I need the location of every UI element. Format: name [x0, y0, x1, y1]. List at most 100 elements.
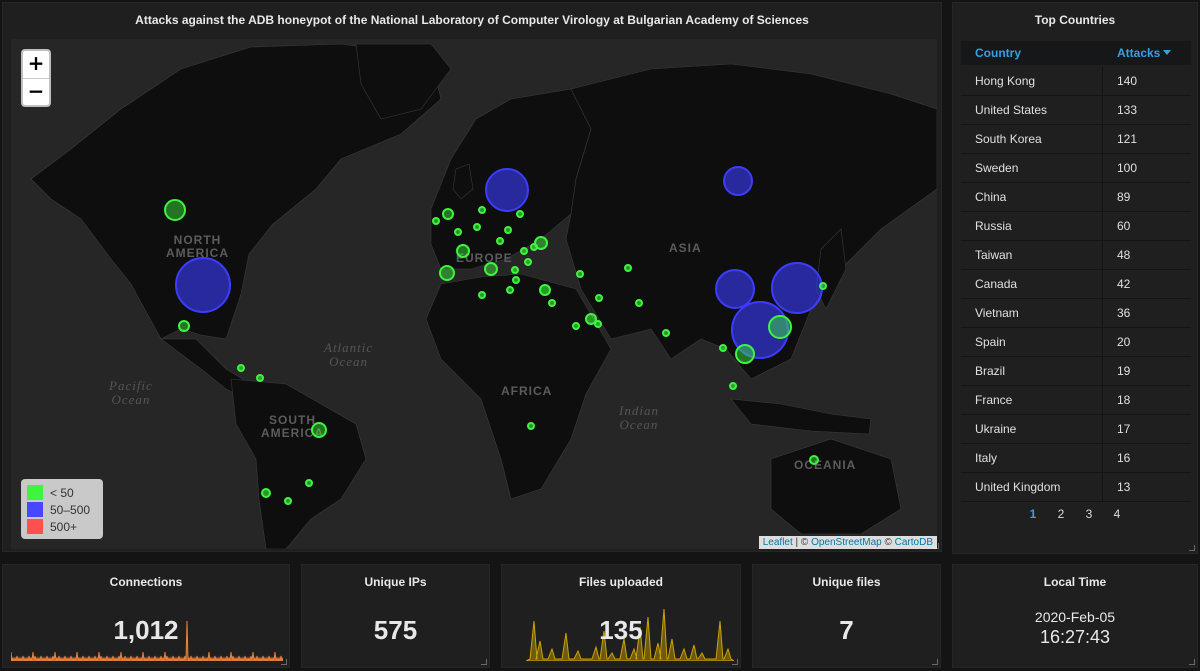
legend-item-mid: 50–500: [27, 501, 97, 518]
marker-canada[interactable]: [164, 199, 186, 221]
marker-small[interactable]: [572, 322, 580, 330]
marker-group-green: [164, 199, 819, 465]
attacks-cell: 121: [1117, 132, 1138, 146]
marker-small[interactable]: [496, 237, 504, 245]
marker-mexico[interactable]: [178, 320, 190, 332]
table-row: Italy 16: [961, 444, 1191, 473]
legend-item-high: 500+: [27, 518, 97, 535]
attacks-cell: 42: [1117, 277, 1131, 291]
marker-small[interactable]: [576, 270, 584, 278]
legend-swatch-blue: [27, 502, 43, 517]
marker-united-states[interactable]: [175, 257, 231, 313]
marker-small[interactable]: [530, 243, 538, 251]
marker-small[interactable]: [511, 266, 519, 274]
marker-small[interactable]: [524, 258, 532, 266]
country-cell: South Korea: [961, 125, 1103, 153]
resize-handle[interactable]: [932, 659, 938, 665]
marker-small[interactable]: [305, 479, 313, 487]
table-row: Spain 20: [961, 328, 1191, 357]
marker-small[interactable]: [261, 488, 271, 498]
files-uploaded-panel: Files uploaded 135: [501, 564, 741, 668]
country-cell: Russia: [961, 212, 1103, 240]
marker-small[interactable]: [548, 299, 556, 307]
local-date: 2020-Feb-05: [1034, 609, 1116, 625]
legend-item-low: < 50: [27, 484, 97, 501]
unique-ips-value: 575: [373, 615, 418, 645]
marker-small[interactable]: [516, 210, 524, 218]
openstreetmap-link[interactable]: OpenStreetMap: [811, 537, 882, 548]
countries-table: Hong Kong 140 United States 133 South Korea 1…: [961, 67, 1191, 502]
cartodb-link[interactable]: CartoDB: [895, 537, 933, 548]
marker-small[interactable]: [478, 291, 486, 299]
page-link-3[interactable]: 3: [1075, 507, 1103, 521]
marker-small[interactable]: [478, 206, 486, 214]
marker-small[interactable]: [473, 223, 481, 231]
files-uploaded-value: 135: [599, 615, 643, 645]
marker-small[interactable]: [729, 382, 737, 390]
marker-united-kingdom[interactable]: [442, 208, 454, 220]
leaflet-link[interactable]: Leaflet: [763, 537, 793, 548]
resize-handle[interactable]: [481, 659, 487, 665]
marker-russia[interactable]: [723, 166, 753, 196]
table-row: Hong Kong 140: [961, 67, 1191, 96]
marker-small[interactable]: [284, 497, 292, 505]
marker-sweden[interactable]: [485, 168, 529, 212]
page-link-4[interactable]: 4: [1103, 507, 1131, 521]
marker-small[interactable]: [819, 282, 827, 290]
marker-italy[interactable]: [484, 262, 498, 276]
marker-small[interactable]: [454, 228, 462, 236]
zoom-out-button[interactable]: −: [23, 78, 49, 105]
attacks-cell: 133: [1117, 103, 1138, 117]
marker-small[interactable]: [719, 344, 727, 352]
country-cell: France: [961, 386, 1103, 414]
files-uploaded-title: Files uploaded: [578, 575, 663, 589]
country-cell: Brazil: [961, 357, 1103, 385]
legend-label: 50–500: [50, 502, 91, 517]
marker-small[interactable]: [506, 286, 514, 294]
page-link-1[interactable]: 1: [1019, 507, 1047, 521]
resize-handle[interactable]: [1189, 659, 1195, 665]
marker-small[interactable]: [237, 364, 245, 372]
marker-small[interactable]: [662, 329, 670, 337]
marker-china[interactable]: [715, 269, 755, 309]
table-row: Canada 42: [961, 270, 1191, 299]
top-countries-panel: Top Countries Country Attacks Hong Kong 1…: [952, 2, 1198, 554]
marker-small[interactable]: [624, 264, 632, 272]
local-clock: 16:27:43: [1039, 627, 1111, 647]
resize-handle[interactable]: [1189, 545, 1195, 551]
country-cell: Hong Kong: [961, 67, 1103, 95]
marker-small[interactable]: [539, 284, 551, 296]
marker-south-korea[interactable]: [771, 262, 823, 314]
table-pagination: 1234: [953, 507, 1197, 521]
country-cell: Spain: [961, 328, 1103, 356]
marker-small[interactable]: [520, 247, 528, 255]
marker-small[interactable]: [595, 294, 603, 302]
marker-small[interactable]: [594, 320, 602, 328]
marker-spain[interactable]: [439, 265, 455, 281]
marker-taiwan[interactable]: [768, 315, 792, 339]
marker-brazil[interactable]: [311, 422, 327, 438]
map-attribution: Leaflet | © OpenStreetMap © CartoDB: [758, 536, 937, 549]
table-row: China 89: [961, 183, 1191, 212]
marker-small[interactable]: [256, 374, 264, 382]
local-time-title: Local Time: [1043, 575, 1107, 589]
attacks-cell: 48: [1117, 248, 1131, 262]
attacks-cell: 18: [1117, 393, 1131, 407]
column-header-attacks[interactable]: Attacks: [1103, 46, 1191, 60]
attacks-cell: 60: [1117, 219, 1131, 233]
page-link-2[interactable]: 2: [1047, 507, 1075, 521]
marker-vietnam[interactable]: [735, 344, 755, 364]
marker-australia[interactable]: [809, 455, 819, 465]
marker-small[interactable]: [527, 422, 535, 430]
country-cell: Taiwan: [961, 241, 1103, 269]
marker-france[interactable]: [456, 244, 470, 258]
column-header-country[interactable]: Country: [961, 46, 1103, 60]
zoom-in-button[interactable]: +: [23, 51, 49, 78]
marker-small[interactable]: [635, 299, 643, 307]
world-map[interactable]: NORTH AMERICA SOUTH AMERICA EUROPE ASIA …: [11, 39, 937, 549]
attacks-cell: 19: [1117, 364, 1131, 378]
marker-small[interactable]: [504, 226, 512, 234]
attacks-cell: 13: [1117, 480, 1131, 494]
marker-small[interactable]: [512, 276, 520, 284]
marker-small[interactable]: [432, 217, 440, 225]
